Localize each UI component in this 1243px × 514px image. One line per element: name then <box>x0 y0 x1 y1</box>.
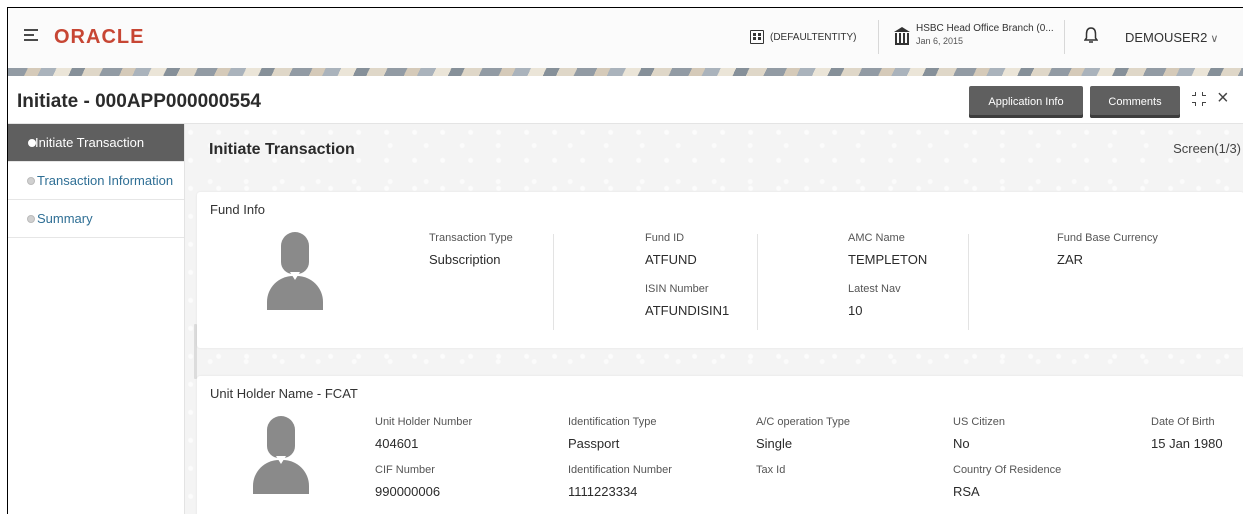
screen-indicator: Screen(1/3) <box>1173 141 1241 156</box>
unit-holder-avatar-icon <box>253 416 309 494</box>
application-info-button[interactable]: Application Info <box>969 86 1083 118</box>
nav-item-label: Initiate Transaction <box>35 135 145 150</box>
section-title: Initiate Transaction <box>209 141 355 158</box>
amc-name-field: AMC Name TEMPLETON <box>848 232 928 267</box>
nav-item-label: Summary <box>37 211 93 226</box>
top-bar: ORACLE (DEFAULTENTITY) HSBC Head Office … <box>8 8 1243 68</box>
page-title: Initiate - 000APP000000554 <box>17 91 261 112</box>
nav-item-initiate-transaction[interactable]: Initiate Transaction <box>8 124 184 162</box>
country-of-residence-field: Country Of Residence RSA <box>953 464 1062 499</box>
bank-icon <box>894 27 910 45</box>
nav-item-transaction-information[interactable]: Transaction Information <box>8 162 184 200</box>
comments-button[interactable]: Comments <box>1090 86 1180 118</box>
app-window: ORACLE (DEFAULTENTITY) HSBC Head Office … <box>7 7 1243 514</box>
page-header: Initiate - 000APP000000554 Application I… <box>8 76 1243 124</box>
decorative-banner <box>8 68 1243 76</box>
branch-name: HSBC Head Office Branch (0... <box>916 23 1054 34</box>
identification-number-field: Identification Number 1111223334 <box>568 464 672 499</box>
entity-label: (DEFAULTENTITY) <box>770 31 857 43</box>
user-menu[interactable]: DEMOUSER2 ∨ <box>1125 30 1218 45</box>
nav-item-label: Transaction Information <box>37 173 174 188</box>
fund-base-currency-field: Fund Base Currency ZAR <box>1057 232 1158 267</box>
building-icon <box>750 30 764 44</box>
unit-holder-number-field: Unit Holder Number 404601 <box>375 416 473 451</box>
close-icon[interactable]: × <box>1217 87 1229 110</box>
ac-operation-type-field: A/C operation Type Single <box>756 416 850 451</box>
identification-type-field: Identification Type Passport <box>568 416 657 451</box>
isin-number-field: ISIN Number ATFUNDISIN1 <box>645 283 730 318</box>
fund-id-field: Fund ID ATFUND <box>645 232 697 267</box>
topbar-divider <box>1064 20 1065 54</box>
column-divider <box>757 234 758 330</box>
topbar-divider <box>878 20 879 54</box>
hamburger-icon[interactable] <box>24 29 38 41</box>
main-content: Initiate Transaction Screen(1/3) Fund In… <box>185 124 1243 514</box>
latest-nav-field: Latest Nav 10 <box>848 283 901 318</box>
nav-item-summary[interactable]: Summary <box>8 200 184 238</box>
unit-holder-card: Unit Holder Name - FCAT Unit Holder Numb… <box>197 376 1243 514</box>
us-citizen-field: US Citizen No <box>953 416 1005 451</box>
fund-avatar-icon <box>267 232 323 310</box>
card-title: Fund Info <box>210 202 265 217</box>
chevron-down-icon: ∨ <box>1210 33 1219 45</box>
tax-id-field: Tax Id <box>756 464 786 476</box>
date-of-birth-field: Date Of Birth 15 Jan 1980 <box>1151 416 1223 451</box>
fund-info-card: Fund Info Transaction Type Subscription … <box>197 192 1243 348</box>
branch-date: Jan 6, 2015 <box>916 36 964 46</box>
transaction-type-field: Transaction Type Subscription <box>429 232 513 267</box>
step-dot-icon <box>28 139 36 147</box>
step-dot-icon <box>27 177 35 185</box>
expand-icon[interactable] <box>1192 92 1206 106</box>
step-dot-icon <box>27 215 35 223</box>
cif-number-field: CIF Number 990000006 <box>375 464 441 499</box>
column-divider <box>968 234 969 330</box>
step-navigation: Initiate Transaction Transaction Informa… <box>8 124 185 514</box>
user-name: DEMOUSER2 <box>1125 30 1208 45</box>
column-divider <box>553 234 554 330</box>
bell-icon[interactable] <box>1083 27 1099 49</box>
branch-selector[interactable]: HSBC Head Office Branch (0... Jan 6, 201… <box>894 23 1054 47</box>
oracle-logo: ORACLE <box>54 26 145 48</box>
entity-selector[interactable]: (DEFAULTENTITY) <box>750 30 856 44</box>
card-title: Unit Holder Name - FCAT <box>210 386 358 401</box>
